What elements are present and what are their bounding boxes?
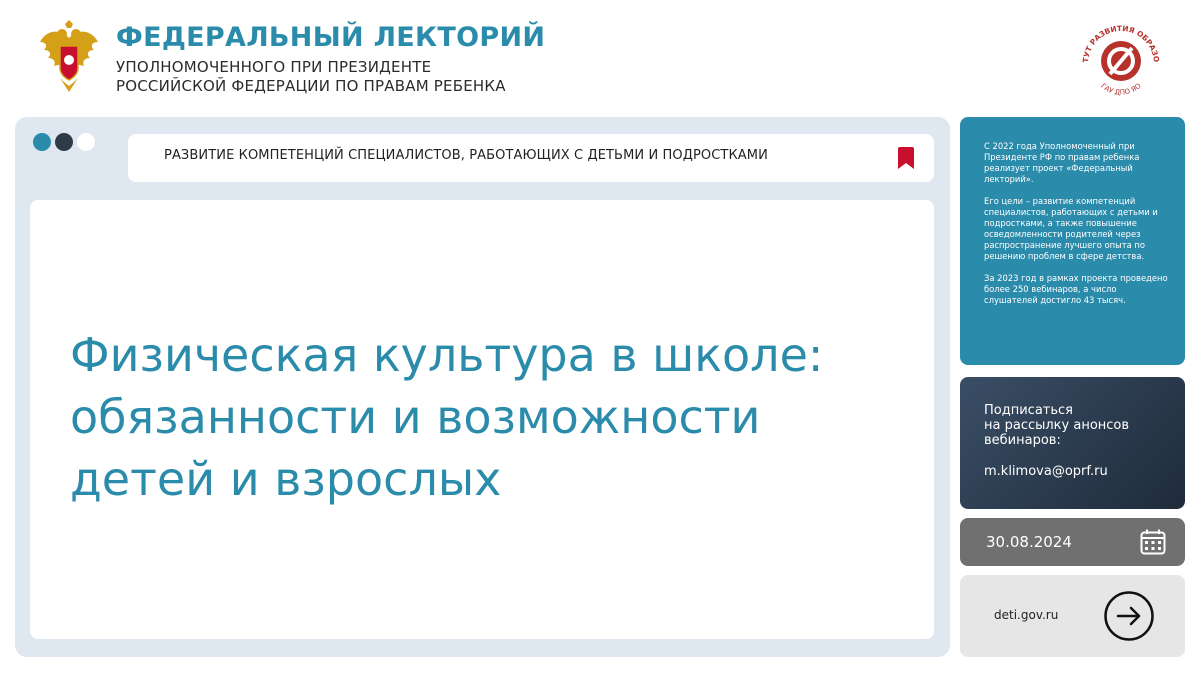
subscribe-line1: Подписаться — [984, 403, 1073, 418]
event-date: 30.08.2024 — [986, 533, 1072, 551]
header-title: ФЕДЕРАЛЬНЫЙ ЛЕКТОРИЙ — [116, 22, 546, 53]
window-dot-dark[interactable] — [55, 133, 73, 151]
lecture-title: Физическая культура в школе: обязанности… — [70, 324, 930, 510]
svg-text:ГАУ ДПО ЯО: ГАУ ДПО ЯО — [1099, 82, 1143, 97]
address-text: РАЗВИТИЕ КОМПЕТЕНЦИЙ СПЕЦИАЛИСТОВ, РАБОТ… — [164, 148, 768, 163]
info-paragraph-1: С 2022 года Уполномоченный при Президент… — [984, 141, 1140, 184]
website-link-card[interactable]: deti.gov.ru — [960, 575, 1185, 657]
website-link[interactable]: deti.gov.ru — [994, 608, 1058, 622]
lecture-title-line2: обязанности и возможности — [70, 390, 761, 444]
emblem-icon — [40, 20, 98, 92]
subscribe-line2: на рассылку анонсов — [984, 418, 1130, 433]
logo-subtext: ГАУ ДПО ЯО — [1099, 82, 1143, 97]
header-subtitle-line2: РОССИЙСКОЙ ФЕДЕРАЦИИ ПО ПРАВАМ РЕБЕНКА — [116, 77, 506, 95]
info-paragraph-2: Его цели – развитие компетенций специали… — [984, 196, 1158, 261]
subscribe-card: Подписаться на рассылку анонсов вебинаро… — [960, 377, 1185, 509]
subscribe-email-link[interactable]: m.klimova@oprf.ru — [984, 464, 1169, 479]
institute-logo: ИНСТИТУТ РАЗВИТИЯ ОБРАЗОВАНИЯ ГАУ ДПО ЯО — [1078, 18, 1161, 97]
arrow-right-icon[interactable] — [1103, 590, 1155, 642]
info-paragraph-3: За 2023 год в рамках проекта проведено б… — [984, 273, 1168, 305]
browser-window: РАЗВИТИЕ КОМПЕТЕНЦИЙ СПЕЦИАЛИСТОВ, РАБОТ… — [15, 117, 950, 657]
lecture-title-line3: детей и взрослых — [70, 452, 502, 506]
address-bar[interactable]: РАЗВИТИЕ КОМПЕТЕНЦИЙ СПЕЦИАЛИСТОВ, РАБОТ… — [128, 134, 934, 182]
window-dot-white[interactable] — [77, 133, 95, 151]
bookmark-icon[interactable] — [897, 147, 915, 169]
content-area: Физическая культура в школе: обязанности… — [30, 200, 934, 639]
subscribe-text: Подписаться на рассылку анонсов вебинаро… — [984, 403, 1169, 448]
header-subtitle: УПОЛНОМОЧЕННОГО ПРИ ПРЕЗИДЕНТЕ РОССИЙСКО… — [116, 58, 506, 96]
date-card: 30.08.2024 — [960, 518, 1185, 566]
calendar-icon — [1140, 529, 1166, 555]
project-info-card: С 2022 года Уполномоченный при Президент… — [960, 117, 1185, 365]
header-subtitle-line1: УПОЛНОМОЧЕННОГО ПРИ ПРЕЗИДЕНТЕ — [116, 58, 432, 76]
subscribe-line3: вебинаров: — [984, 433, 1061, 448]
window-dot-blue[interactable] — [33, 133, 51, 151]
lecture-title-line1: Физическая культура в школе: — [70, 328, 824, 382]
